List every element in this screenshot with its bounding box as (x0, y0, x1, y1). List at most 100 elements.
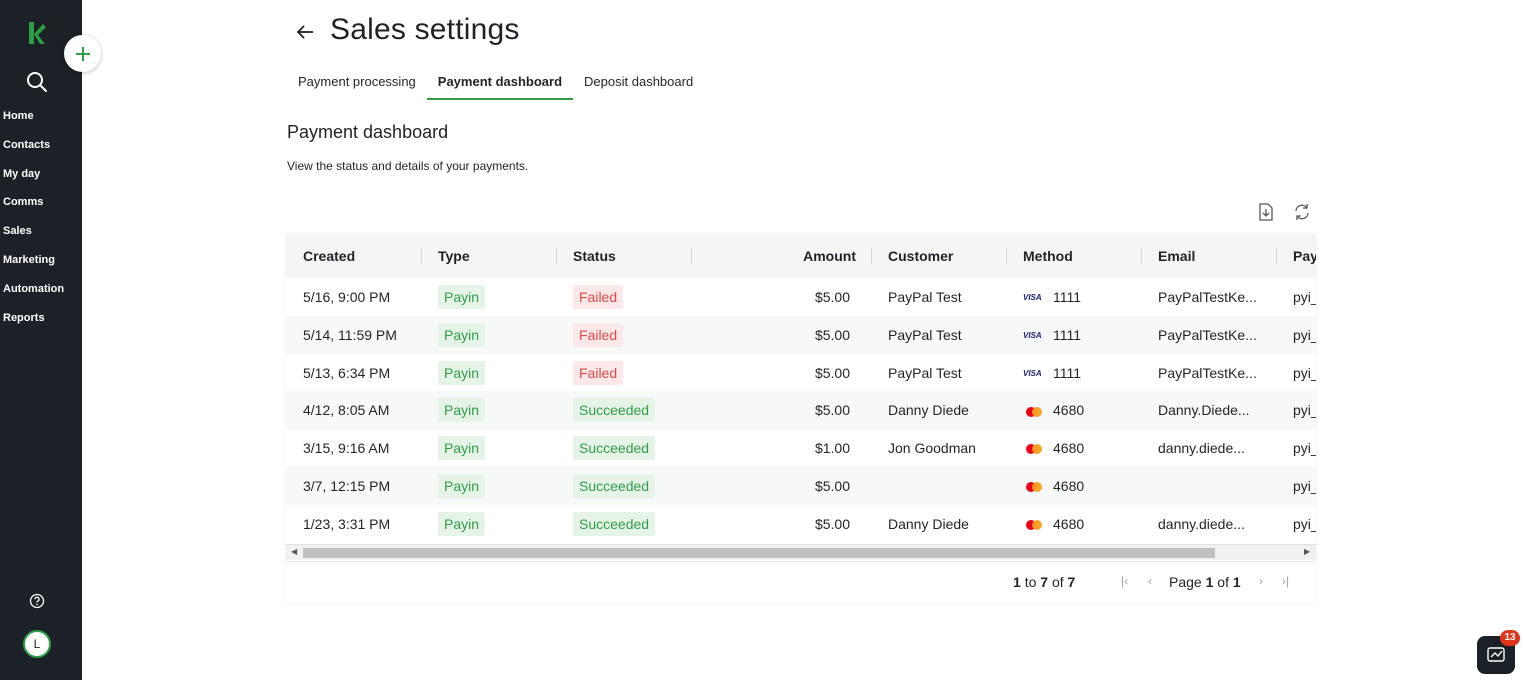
type-badge: Payin (438, 360, 486, 385)
page-indicator: Page 1 of 1 (1169, 574, 1241, 590)
status-badge: Succeeded (573, 511, 656, 536)
sidebar-item-automation[interactable]: Automation (3, 281, 64, 310)
sidebar-item-contacts[interactable]: Contacts (3, 137, 64, 166)
table-row[interactable]: 3/15, 9:16 AM Payin Succeeded $1.00 Jon Good… (286, 429, 1316, 467)
sidebar-item-marketing[interactable]: Marketing (3, 252, 64, 281)
horizontal-scrollbar[interactable]: ◀ ▶ (286, 544, 1316, 560)
table-row[interactable]: 5/14, 11:59 PM Payin Failed $5.00 PayPal Tes… (286, 315, 1316, 354)
sidebar-item-home[interactable]: Home (3, 108, 64, 137)
status-badge: Failed (573, 322, 624, 347)
column-separator[interactable] (691, 248, 692, 264)
download-icon[interactable] (1256, 202, 1276, 222)
column-header-method[interactable]: Method (1023, 234, 1138, 278)
section-title: Payment dashboard (287, 122, 449, 142)
cell-status: Succeeded (573, 391, 688, 429)
page-label: Page (1169, 574, 1202, 590)
cell-amount: $5.00 (814, 326, 850, 343)
first-page-icon[interactable]: |‹ (1121, 574, 1128, 588)
row-count-total: 7 (1067, 574, 1076, 590)
column-separator[interactable] (871, 248, 872, 264)
cell-email: PayPalTestKe... (1158, 364, 1257, 381)
cell-status: Failed (573, 316, 688, 354)
cell-type: Payin (438, 505, 553, 543)
column-separator[interactable] (1141, 248, 1142, 264)
table-row[interactable]: 1/23, 3:31 PM Payin Succeeded $5.00 Danny Di… (286, 505, 1316, 543)
column-header-created[interactable]: Created (303, 234, 418, 278)
cell-amount: $5.00 (814, 515, 850, 532)
help-icon[interactable] (29, 593, 45, 609)
cell-status: Succeeded (573, 505, 688, 543)
column-header-status[interactable]: Status (573, 234, 688, 278)
cell-customer: PayPal Test (888, 364, 962, 381)
card-last4: 4680 (1053, 515, 1085, 532)
cell-email: danny.diede... (1158, 515, 1245, 532)
cell-status: Failed (573, 278, 688, 316)
cell-pay: pyi_ (1293, 440, 1316, 457)
previous-page-icon[interactable]: ‹ (1148, 574, 1152, 588)
cell-created: 5/13, 6:34 PM (303, 364, 391, 381)
notification-badge: 13 (1500, 630, 1520, 646)
last-page-icon[interactable]: ›| (1282, 574, 1289, 588)
section-description: View the status and details of your paym… (287, 159, 529, 173)
cell-created: 5/16, 9:00 PM (303, 289, 391, 305)
page-of-label: of (1217, 574, 1229, 590)
mastercard-icon (1023, 519, 1047, 531)
visa-icon: VISA (1023, 331, 1042, 341)
cell-method: 4680 (1023, 505, 1138, 543)
tab-deposit-dashboard[interactable]: Deposit dashboard (573, 64, 704, 100)
cell-pay: pyi_ (1293, 289, 1316, 305)
scroll-left-icon[interactable]: ◀ (291, 547, 297, 556)
cell-created: 3/7, 12:15 PM (303, 478, 391, 494)
cell-pay: pyi_ (1293, 364, 1316, 381)
cell-status: Failed (573, 354, 688, 392)
quick-add-button[interactable] (64, 35, 101, 72)
sidebar-nav: Home Contacts My day Comms Sales Marketi… (3, 108, 64, 338)
cell-email: Danny.Diede... (1158, 402, 1250, 419)
cell-email: danny.diede... (1158, 440, 1245, 457)
column-separator[interactable] (1276, 248, 1277, 264)
table-row[interactable]: 4/12, 8:05 AM Payin Succeeded $5.00 Danny Di… (286, 391, 1316, 430)
status-badge: Failed (573, 285, 624, 309)
table-row[interactable]: 3/7, 12:15 PM Payin Succeeded $5.00 4680 pyi_ (286, 467, 1316, 505)
tab-payment-dashboard[interactable]: Payment dashboard (426, 64, 574, 100)
sidebar-item-my-day[interactable]: My day (3, 166, 64, 195)
table-row[interactable]: 5/13, 6:34 PM Payin Failed $5.00 PayPal Test… (286, 354, 1316, 392)
scroll-right-icon[interactable]: ▶ (1304, 547, 1310, 556)
payments-table: Created Type Status Amount Customer Meth… (286, 234, 1316, 603)
cell-email: PayPalTestKe... (1158, 326, 1257, 343)
column-separator[interactable] (1006, 248, 1007, 264)
next-page-icon[interactable]: › (1259, 574, 1263, 588)
type-badge: Payin (438, 398, 486, 423)
visa-icon: VISA (1023, 368, 1042, 378)
type-badge: Payin (438, 511, 486, 536)
back-arrow-icon[interactable] (295, 22, 315, 42)
status-badge: Succeeded (573, 436, 656, 461)
table-body: 5/16, 9:00 PM Payin Failed $5.00 PayPal Test… (286, 278, 1316, 544)
cell-method: VISA 1111 (1023, 354, 1138, 392)
search-icon[interactable] (25, 70, 49, 94)
sidebar-item-reports[interactable]: Reports (3, 310, 64, 339)
column-separator[interactable] (421, 248, 422, 264)
keap-logo[interactable] (26, 20, 48, 46)
sidebar-item-comms[interactable]: Comms (3, 194, 64, 223)
scrollbar-thumb[interactable] (303, 548, 1215, 558)
refresh-icon[interactable] (1292, 202, 1312, 222)
cell-customer: Danny Diede (888, 515, 969, 532)
column-header-email[interactable]: Email (1158, 234, 1273, 278)
cell-amount: $5.00 (814, 478, 850, 494)
avatar[interactable]: L (23, 630, 51, 658)
cell-type: Payin (438, 391, 553, 429)
sidebar-item-sales[interactable]: Sales (3, 223, 64, 252)
cell-method: 4680 (1023, 467, 1138, 505)
cell-method: VISA 1111 (1023, 316, 1138, 354)
column-header-amount[interactable]: Amount (708, 234, 856, 278)
column-separator[interactable] (556, 248, 557, 264)
mastercard-icon (1023, 443, 1047, 455)
column-header-pay[interactable]: Pay (1293, 234, 1316, 278)
cell-status: Succeeded (573, 429, 688, 467)
column-header-type[interactable]: Type (438, 234, 553, 278)
column-header-customer[interactable]: Customer (888, 234, 1003, 278)
tab-payment-processing[interactable]: Payment processing (287, 64, 427, 100)
card-last4: 1111 (1053, 289, 1082, 305)
table-row[interactable]: 5/16, 9:00 PM Payin Failed $5.00 PayPal Test… (286, 278, 1316, 316)
